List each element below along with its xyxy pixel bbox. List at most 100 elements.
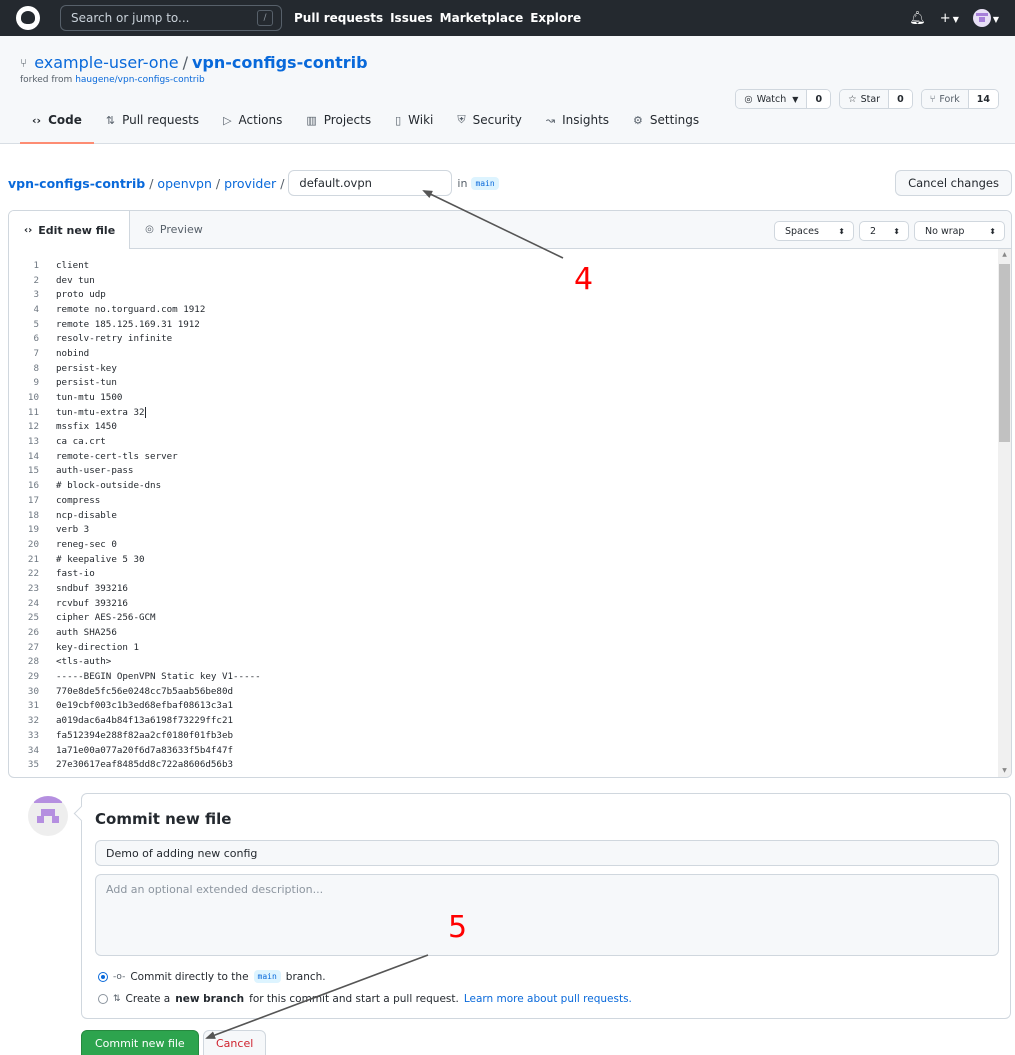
tab-insights[interactable]: ↝ Insights bbox=[534, 113, 621, 143]
pull-request-icon: ⇅ bbox=[113, 994, 121, 1004]
code-line[interactable]: 14 remote-cert-tls server bbox=[9, 449, 1011, 464]
code-line[interactable]: 29 -----BEGIN OpenVPN Static key V1----- bbox=[9, 669, 1011, 684]
code-line[interactable]: 26 auth SHA256 bbox=[9, 625, 1011, 640]
code-line[interactable]: 6 resolv-retry infinite bbox=[9, 331, 1011, 346]
code-line[interactable]: 20 reneg-sec 0 bbox=[9, 537, 1011, 552]
code-line[interactable]: 17 compress bbox=[9, 493, 1011, 508]
repo-owner-link[interactable]: example-user-one bbox=[34, 53, 178, 72]
text-cursor bbox=[144, 406, 146, 418]
radio-new-branch[interactable] bbox=[98, 994, 108, 1004]
code-line[interactable]: 10 tun-mtu 1500 bbox=[9, 390, 1011, 405]
code-line[interactable]: 19 verb 3 bbox=[9, 522, 1011, 537]
line-text: rcvbuf 393216 bbox=[56, 597, 128, 609]
filename-input[interactable] bbox=[288, 170, 453, 196]
tab-wiki[interactable]: ▯ Wiki bbox=[383, 113, 445, 143]
line-text: persist-key bbox=[56, 362, 117, 374]
commit-new-file-button[interactable]: Commit new file bbox=[81, 1030, 199, 1055]
commit-option-new-branch[interactable]: ⇅ Create a new branch for this commit an… bbox=[98, 993, 632, 1005]
code-line[interactable]: 2 dev tun bbox=[9, 273, 1011, 288]
watch-button[interactable]: ◎ Watch ▼ bbox=[736, 90, 808, 108]
code-line[interactable]: 8 persist-key bbox=[9, 361, 1011, 376]
tab-label: Code bbox=[48, 113, 82, 127]
tab-code[interactable]: ‹› Code bbox=[20, 113, 94, 144]
search-input[interactable]: Search or jump to... / bbox=[60, 5, 282, 31]
code-line[interactable]: 21 # keepalive 5 30 bbox=[9, 552, 1011, 567]
learn-more-link[interactable]: Learn more about pull requests. bbox=[464, 993, 632, 1005]
code-line[interactable]: 1 client bbox=[9, 258, 1011, 273]
breadcrumb-provider[interactable]: provider bbox=[224, 176, 276, 191]
commit-option-direct[interactable]: -o- Commit directly to the main branch. bbox=[98, 970, 326, 983]
code-line[interactable]: 11 tun-mtu-extra 32 bbox=[9, 405, 1011, 420]
code-line[interactable]: 33 fa512394e288f82aa2cf0180f01fb3eb bbox=[9, 728, 1011, 743]
tab-actions[interactable]: ▷ Actions bbox=[211, 113, 294, 143]
nav-explore[interactable]: Explore bbox=[530, 11, 581, 25]
in-branch-label: in bbox=[457, 176, 468, 190]
line-number: 18 bbox=[27, 509, 39, 521]
tab-projects[interactable]: ▥ Projects bbox=[294, 113, 383, 143]
code-line[interactable]: 25 cipher AES-256-GCM bbox=[9, 611, 1011, 626]
code-line[interactable]: 30 770e8de5fc56e0248cc7b5aab56be80d bbox=[9, 684, 1011, 699]
code-line[interactable]: 23 sndbuf 393216 bbox=[9, 581, 1011, 596]
code-line[interactable]: 24 rcvbuf 393216 bbox=[9, 596, 1011, 611]
cancel-button[interactable]: Cancel bbox=[203, 1030, 267, 1055]
code-line[interactable]: 28 <tls-auth> bbox=[9, 655, 1011, 670]
commit-form: Commit new file -o- Commit directly to t… bbox=[81, 793, 1011, 1019]
code-line[interactable]: 35 27e30617eaf8485dd8c722a8606d56b3 bbox=[9, 757, 1011, 772]
fork-count[interactable]: 14 bbox=[968, 90, 998, 108]
create-new-menu[interactable]: + ▼ bbox=[940, 11, 959, 26]
indent-size-select[interactable]: 2 ⬍ bbox=[859, 221, 909, 241]
nav-issues[interactable]: Issues bbox=[390, 11, 433, 25]
forked-from-link[interactable]: haugene/vpn-configs-contrib bbox=[75, 75, 205, 85]
tab-security[interactable]: ⛨ Security bbox=[445, 113, 534, 143]
breadcrumb-separator: / bbox=[215, 175, 221, 191]
cancel-changes-button[interactable]: Cancel changes bbox=[895, 170, 1012, 196]
fork-button[interactable]: ⑂ Fork bbox=[921, 90, 969, 108]
scroll-up-icon[interactable]: ▲ bbox=[998, 249, 1011, 261]
code-line[interactable]: 18 ncp-disable bbox=[9, 508, 1011, 523]
indent-mode-select[interactable]: Spaces ⬍ bbox=[774, 221, 854, 241]
code-line[interactable]: 22 fast-io bbox=[9, 566, 1011, 581]
line-text: 0e19cbf003c1b3ed68efbaf08613c3a1 bbox=[56, 700, 234, 712]
star-count[interactable]: 0 bbox=[889, 90, 912, 108]
commit-description-input[interactable] bbox=[95, 874, 999, 956]
breadcrumb-root[interactable]: vpn-configs-contrib bbox=[8, 176, 145, 191]
star-button[interactable]: ☆ Star bbox=[840, 90, 890, 108]
code-line[interactable]: 27 key-direction 1 bbox=[9, 640, 1011, 655]
tab-edit-new-file[interactable]: ‹› Edit new file bbox=[9, 211, 131, 249]
tab-preview[interactable]: ◎ Preview bbox=[130, 211, 218, 248]
watch-count[interactable]: 0 bbox=[807, 90, 831, 108]
code-line[interactable]: 13 ca ca.crt bbox=[9, 434, 1011, 449]
code-line[interactable]: 34 1a71e00a077a20f6d7a83633f5b4f47f bbox=[9, 743, 1011, 758]
line-number: 28 bbox=[27, 656, 39, 668]
code-line[interactable]: 16 # block-outside-dns bbox=[9, 478, 1011, 493]
code-line[interactable]: 4 remote no.torguard.com 1912 bbox=[9, 302, 1011, 317]
code-line[interactable]: 9 persist-tun bbox=[9, 376, 1011, 391]
scrollbar-thumb[interactable] bbox=[999, 264, 1010, 442]
tab-pull-requests[interactable]: ⇅ Pull requests bbox=[94, 113, 211, 143]
line-text: compress bbox=[56, 494, 101, 506]
breadcrumb-openvpn[interactable]: openvpn bbox=[157, 176, 211, 191]
code-line[interactable]: 15 auth-user-pass bbox=[9, 464, 1011, 479]
code-line[interactable]: 3 proto udp bbox=[9, 287, 1011, 302]
nav-marketplace[interactable]: Marketplace bbox=[440, 11, 524, 25]
repo-name-link[interactable]: vpn-configs-contrib bbox=[192, 53, 368, 72]
wrap-mode-select[interactable]: No wrap ⬍ bbox=[914, 221, 1005, 241]
radio-direct[interactable] bbox=[98, 971, 108, 982]
nav-pull-requests[interactable]: Pull requests bbox=[294, 11, 383, 25]
line-text: remote 185.125.169.31 1912 bbox=[56, 318, 200, 330]
bell-icon[interactable]: 🔔︎ bbox=[909, 11, 926, 26]
code-line[interactable]: 7 nobind bbox=[9, 346, 1011, 361]
commit-summary-input[interactable] bbox=[95, 840, 999, 866]
github-logo-icon[interactable] bbox=[16, 6, 40, 30]
code-line[interactable]: 32 a019dac6a4b84f13a6198f73229ffc21 bbox=[9, 713, 1011, 728]
code-line[interactable]: 5 remote 185.125.169.31 1912 bbox=[9, 317, 1011, 332]
shield-icon: ⛨ bbox=[457, 113, 466, 126]
code-line[interactable]: 12 mssfix 1450 bbox=[9, 420, 1011, 435]
code-line[interactable]: 31 0e19cbf003c1b3ed68efbaf08613c3a1 bbox=[9, 699, 1011, 714]
tab-settings[interactable]: ⚙ Settings bbox=[621, 113, 711, 143]
user-menu[interactable]: ▼ bbox=[972, 9, 999, 27]
scroll-down-icon[interactable]: ▼ bbox=[998, 765, 1011, 777]
repo-actions: ◎ Watch ▼ 0 ☆ Star 0 ⑂ Fork 14 bbox=[735, 89, 999, 109]
editor-scrollbar[interactable]: ▲ ▼ bbox=[998, 249, 1011, 777]
code-area[interactable]: 1 client 2 dev tun 3 proto udp 4 remote no.torg… bbox=[9, 249, 1011, 777]
